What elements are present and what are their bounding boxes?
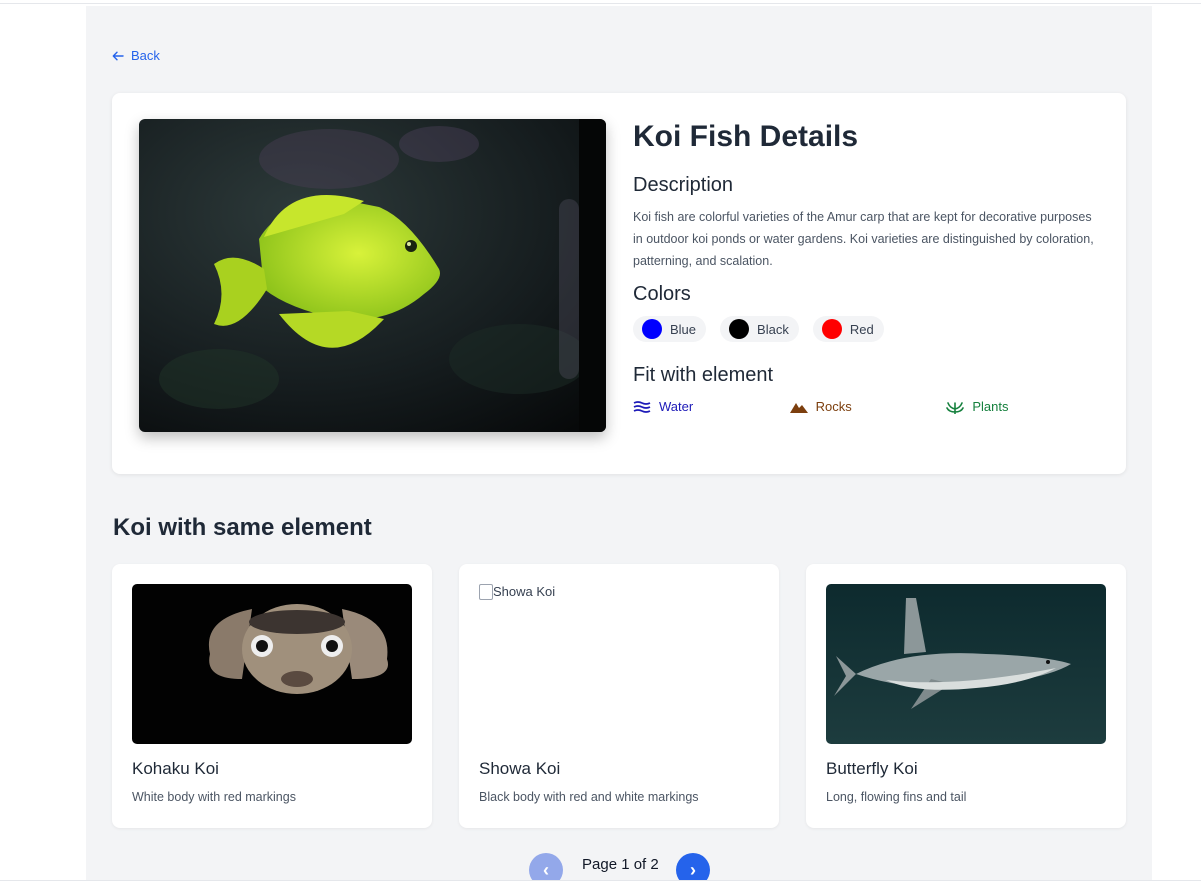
elements-heading: Fit with element xyxy=(633,364,774,386)
bottom-border xyxy=(0,880,1201,886)
broken-image-icon xyxy=(479,584,493,600)
color-label: Blue xyxy=(670,321,697,337)
top-border xyxy=(0,0,1201,4)
page-container: Back Koi Fish Details Description Koi fi… xyxy=(86,6,1152,880)
plant-icon xyxy=(946,401,965,414)
next-page-button[interactable]: › xyxy=(676,853,710,880)
element-label: Water xyxy=(659,399,694,414)
card-title: Butterfly Koi xyxy=(826,759,918,778)
card-subtitle: White body with red markings xyxy=(132,790,296,804)
previous-page-button[interactable]: ‹ xyxy=(529,853,563,880)
back-link[interactable]: Back xyxy=(112,48,160,63)
color-chip-black: Black xyxy=(720,316,799,342)
card-image xyxy=(132,584,412,744)
element-plants: Plants xyxy=(946,399,1103,414)
card-image xyxy=(826,584,1106,744)
color-chip-red: Red xyxy=(812,316,884,342)
colors-heading: Colors xyxy=(633,283,691,305)
fish-info: Koi Fish Details Description Koi fish ar… xyxy=(633,117,1103,414)
element-label: Plants xyxy=(972,399,1009,414)
color-swatch xyxy=(729,319,750,339)
page-indicator: Page 1 of 2 xyxy=(582,856,659,873)
related-card-showa[interactable]: Showa Koi Showa Koi Black body with red … xyxy=(459,564,779,828)
back-label: Back xyxy=(131,48,160,63)
color-swatch xyxy=(642,319,662,339)
color-label: Red xyxy=(849,321,874,337)
water-icon xyxy=(633,400,651,413)
image-alt-text: Showa Koi xyxy=(493,584,556,599)
description-text: Koi fish are colorful varieties of the A… xyxy=(633,210,1094,268)
related-card-kohaku[interactable]: Kohaku Koi White body with red markings xyxy=(112,564,432,828)
page-title: Koi Fish Details xyxy=(633,120,859,153)
element-label: Rocks xyxy=(815,399,852,414)
arrow-left-icon xyxy=(112,51,124,60)
color-chip-blue: Blue xyxy=(633,316,707,342)
color-label: Black xyxy=(757,321,789,337)
card-subtitle: Black body with red and white markings xyxy=(479,790,699,804)
element-list: Water Rocks Plants xyxy=(633,399,1103,414)
related-heading: Koi with same element xyxy=(113,514,372,541)
color-chips: Blue Black Red xyxy=(633,316,1103,342)
description-heading: Description xyxy=(633,174,734,196)
element-rocks: Rocks xyxy=(789,399,947,414)
card-subtitle: Long, flowing fins and tail xyxy=(826,790,967,804)
mountain-icon xyxy=(789,402,808,413)
card-title: Kohaku Koi xyxy=(132,759,219,778)
fish-hero-image xyxy=(139,119,606,432)
color-swatch xyxy=(821,319,842,339)
pagination: ‹ Page 1 of 2 › xyxy=(529,853,710,880)
card-title: Showa Koi xyxy=(479,759,561,778)
broken-image: Showa Koi xyxy=(479,584,759,744)
element-water: Water xyxy=(633,399,790,414)
fish-detail-card: Koi Fish Details Description Koi fish ar… xyxy=(112,93,1126,474)
related-card-butterfly[interactable]: Butterfly Koi Long, flowing fins and tai… xyxy=(806,564,1126,828)
